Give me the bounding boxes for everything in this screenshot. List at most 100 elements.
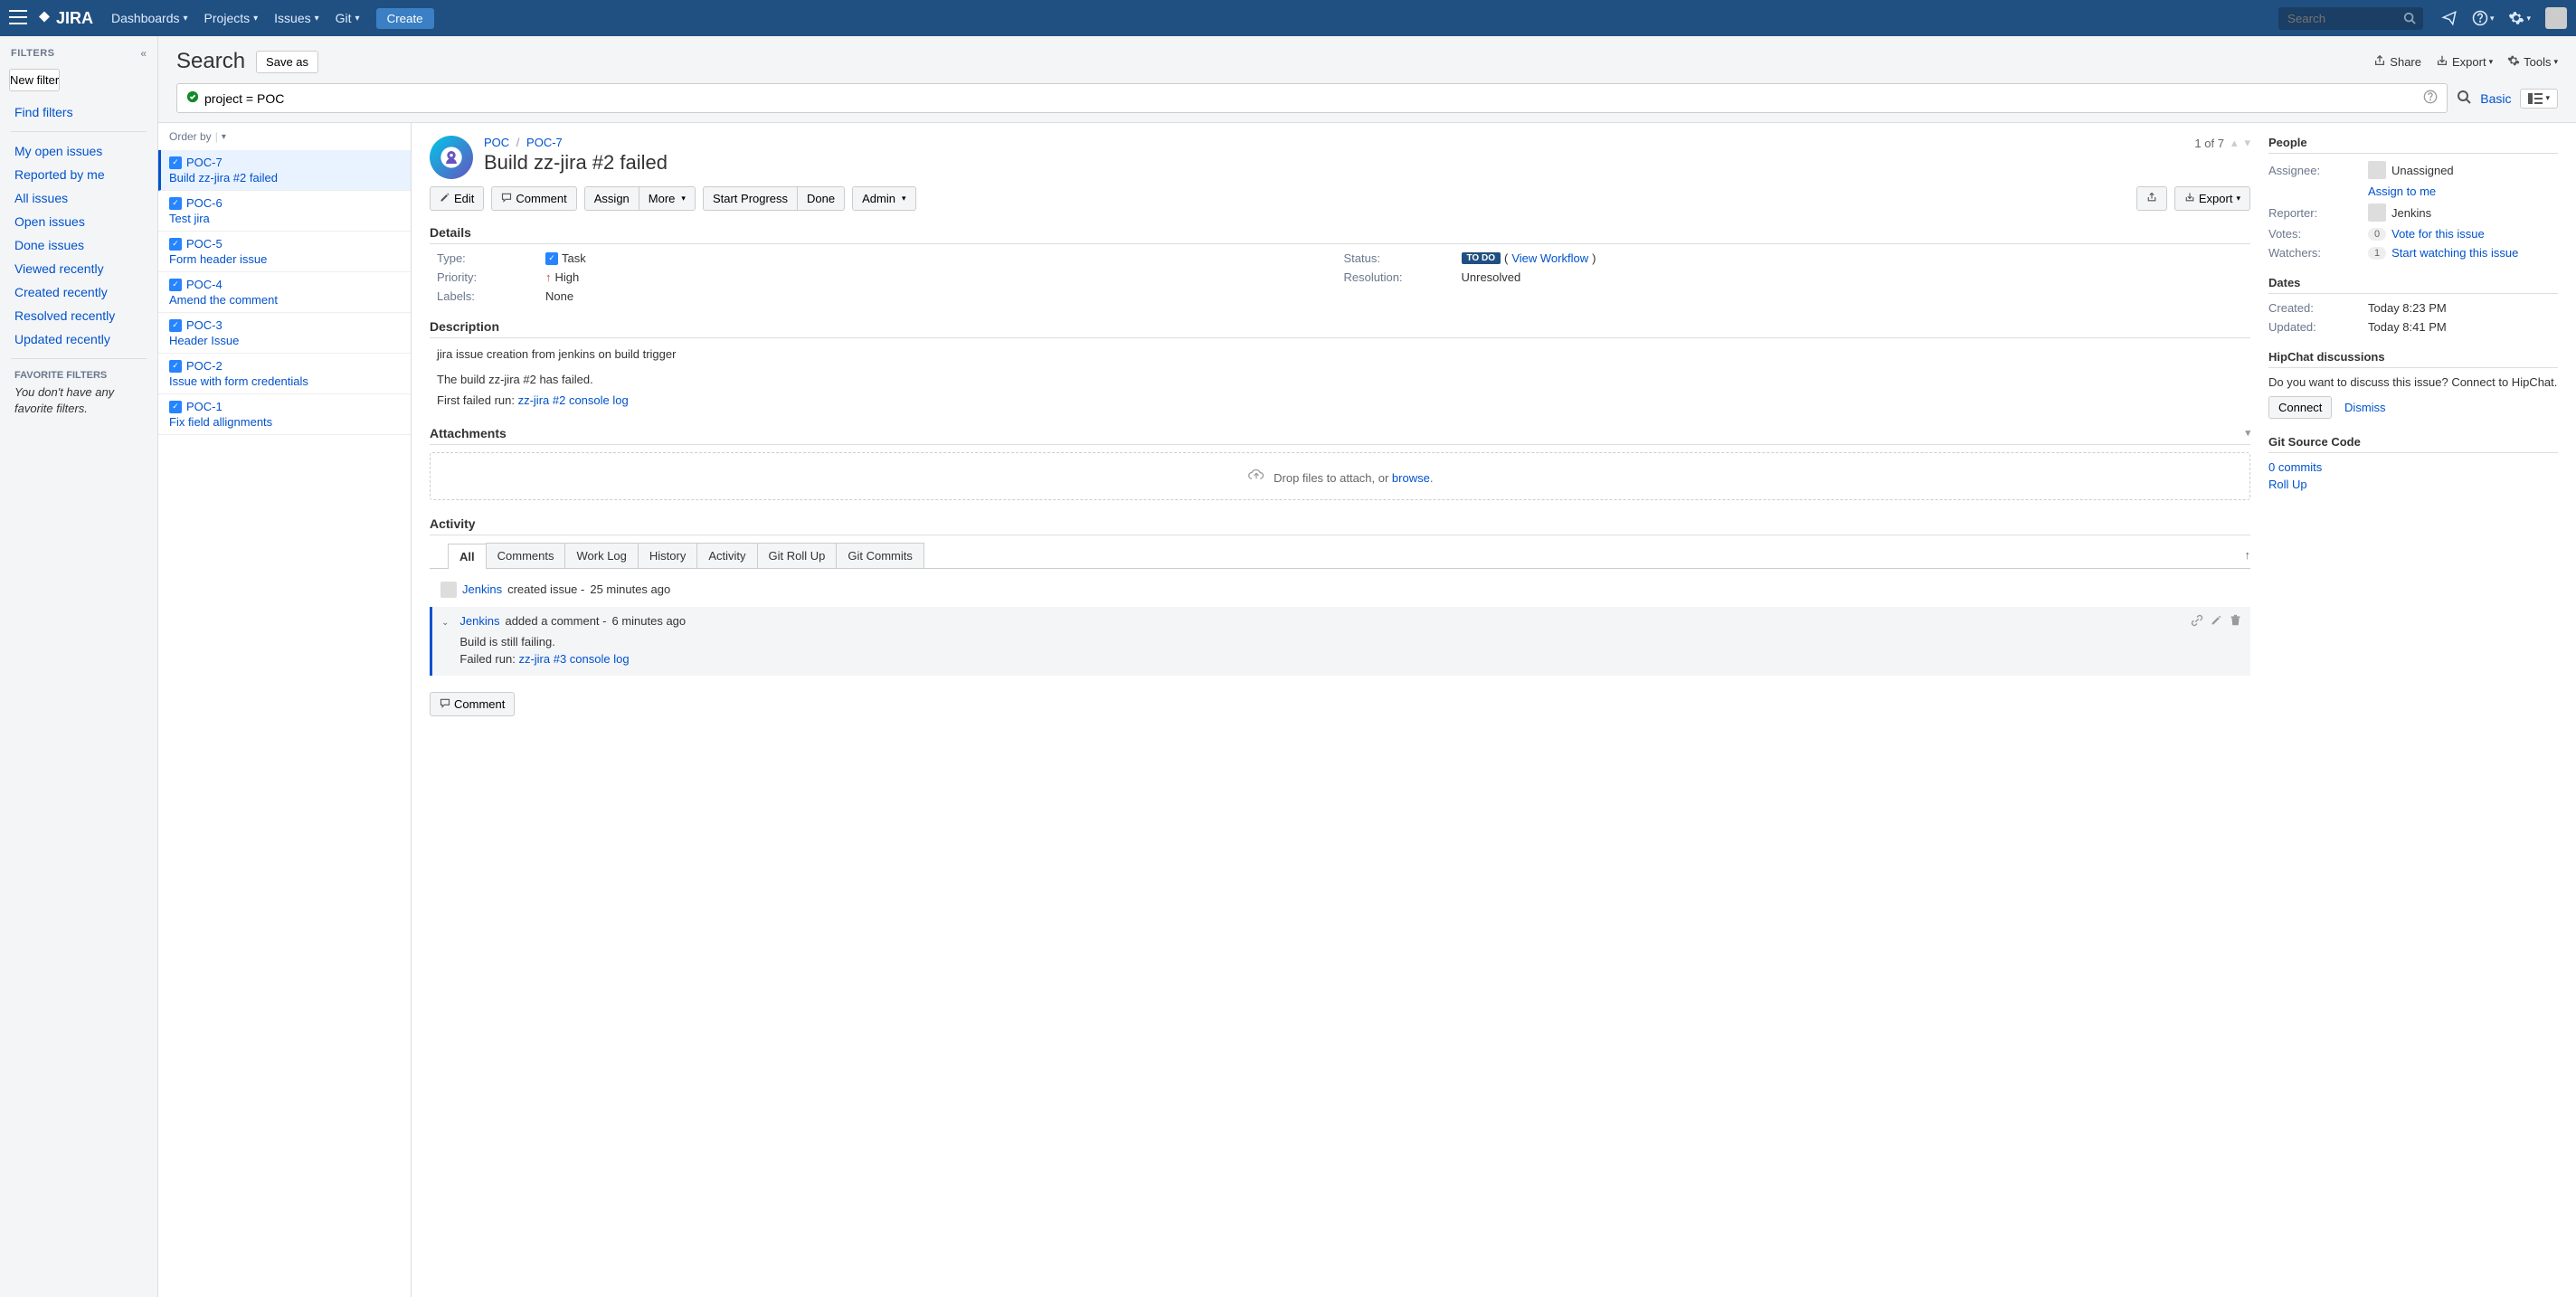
nav-dashboards[interactable]: Dashboards▾: [111, 11, 188, 25]
add-comment-button[interactable]: Comment: [430, 692, 515, 716]
jira-logo[interactable]: JIRA: [36, 9, 93, 28]
list-item[interactable]: ✓POC-6Test jira: [158, 191, 411, 232]
basic-mode-link[interactable]: Basic: [2480, 91, 2511, 106]
create-button[interactable]: Create: [376, 8, 434, 29]
filters-heading: FILTERS: [11, 48, 55, 59]
activity-header[interactable]: Activity: [430, 516, 2250, 535]
share-button[interactable]: Share: [2373, 54, 2421, 70]
list-item[interactable]: ✓POC-7Build zz-jira #2 failed: [158, 150, 411, 191]
filter-done[interactable]: Done issues: [0, 233, 157, 257]
hipchat-dismiss-link[interactable]: Dismiss: [2344, 401, 2386, 414]
tab-activity[interactable]: Activity: [696, 543, 757, 568]
filter-all[interactable]: All issues: [0, 186, 157, 210]
vote-link[interactable]: Vote for this issue: [2391, 227, 2485, 241]
more-button[interactable]: More▾: [639, 186, 696, 211]
sort-arrow-icon[interactable]: ↑: [2245, 548, 2251, 562]
filter-created[interactable]: Created recently: [0, 280, 157, 304]
list-item[interactable]: ✓POC-4Amend the comment: [158, 272, 411, 313]
admin-button[interactable]: Admin▾: [852, 186, 915, 211]
comment-button[interactable]: Comment: [491, 186, 576, 211]
hipchat-connect-button[interactable]: Connect: [2268, 396, 2332, 419]
filter-updated[interactable]: Updated recently: [0, 327, 157, 351]
git-header[interactable]: Git Source Code: [2268, 435, 2558, 453]
detail-export-button[interactable]: Export ▾: [2174, 186, 2250, 211]
paginate-down[interactable]: ▾: [2244, 136, 2250, 150]
list-item[interactable]: ✓POC-5Form header issue: [158, 232, 411, 272]
watch-link[interactable]: Start watching this issue: [2391, 246, 2518, 260]
settings-icon[interactable]: ▾: [2508, 10, 2531, 26]
menu-icon[interactable]: [9, 10, 27, 27]
filter-viewed[interactable]: Viewed recently: [0, 257, 157, 280]
user-avatar[interactable]: [2545, 7, 2567, 29]
filter-open[interactable]: Open issues: [0, 210, 157, 233]
tab-git-commits[interactable]: Git Commits: [836, 543, 924, 568]
console-log-link[interactable]: zz-jira #2 console log: [518, 393, 629, 407]
list-item[interactable]: ✓POC-3Header Issue: [158, 313, 411, 354]
nav-git[interactable]: Git▾: [336, 11, 360, 25]
list-item[interactable]: ✓POC-2Issue with form credentials: [158, 354, 411, 394]
comment-console-link[interactable]: zz-jira #3 console log: [518, 652, 629, 666]
git-rollup-link[interactable]: Roll Up: [2268, 478, 2558, 491]
search-icon[interactable]: [2403, 12, 2416, 27]
tab-history[interactable]: History: [638, 543, 697, 568]
tab-all[interactable]: All: [448, 544, 487, 569]
tab-git-rollup[interactable]: Git Roll Up: [757, 543, 838, 568]
nav-projects[interactable]: Projects▾: [204, 11, 259, 25]
tab-worklog[interactable]: Work Log: [564, 543, 638, 568]
view-toggle[interactable]: ▾: [2520, 89, 2558, 109]
tab-comments[interactable]: Comments: [486, 543, 566, 568]
git-commits-link[interactable]: 0 commits: [2268, 460, 2558, 474]
assignee-label: Assignee:: [2268, 164, 2368, 177]
edit-comment-icon[interactable]: [2211, 614, 2222, 668]
top-nav: JIRA Dashboards▾ Projects▾ Issues▾ Git▾ …: [0, 0, 2576, 36]
filter-reported[interactable]: Reported by me: [0, 163, 157, 186]
list-item[interactable]: ✓POC-1Fix field allignments: [158, 394, 411, 435]
people-header[interactable]: People: [2268, 136, 2558, 154]
issue-summary-text: Amend the comment: [169, 293, 400, 307]
collapse-icon[interactable]: «: [140, 47, 147, 60]
start-progress-button[interactable]: Start Progress: [703, 186, 798, 211]
issue-summary-text: Build zz-jira #2 failed: [169, 171, 400, 185]
open-issue-button[interactable]: [2136, 186, 2167, 211]
new-filter-button[interactable]: New filter: [9, 69, 60, 91]
filter-my-open[interactable]: My open issues: [0, 139, 157, 163]
edit-button[interactable]: Edit: [430, 186, 484, 211]
details-header[interactable]: Details: [430, 225, 2250, 244]
global-search-input[interactable]: [2278, 7, 2423, 30]
feedback-icon[interactable]: [2441, 10, 2458, 26]
export-button[interactable]: Export ▾: [2436, 54, 2493, 70]
order-by-dropdown[interactable]: Order by | ▾: [158, 123, 411, 150]
hipchat-header[interactable]: HipChat discussions: [2268, 350, 2558, 368]
assign-button[interactable]: Assign: [584, 186, 639, 211]
delete-comment-icon[interactable]: [2230, 614, 2241, 668]
permalink-icon[interactable]: [2191, 614, 2203, 668]
description-header[interactable]: Description: [430, 319, 2250, 338]
attachment-dropzone[interactable]: Drop files to attach, or browse.: [430, 452, 2250, 500]
entry-author[interactable]: Jenkins: [462, 582, 502, 596]
filter-resolved[interactable]: Resolved recently: [0, 304, 157, 327]
jql-search-icon[interactable]: [2457, 90, 2471, 107]
chevron-down-icon[interactable]: ▾: [2245, 427, 2250, 439]
priority-label: Priority:: [437, 270, 536, 284]
done-button[interactable]: Done: [797, 186, 845, 211]
view-workflow-link[interactable]: View Workflow: [1511, 251, 1588, 265]
jql-input[interactable]: [204, 91, 2423, 106]
status-label: Status:: [1344, 251, 1453, 265]
find-filters-link[interactable]: Find filters: [0, 100, 157, 124]
description-module: Description jira issue creation from jen…: [430, 319, 2250, 410]
paginate-up[interactable]: ▴: [2231, 136, 2238, 150]
assign-to-me-link[interactable]: Assign to me: [2368, 185, 2436, 198]
help-icon[interactable]: ▾: [2472, 10, 2495, 26]
tools-button[interactable]: Tools ▾: [2507, 54, 2558, 70]
breadcrumb-key[interactable]: POC-7: [526, 136, 563, 149]
jql-help-icon[interactable]: [2423, 90, 2438, 107]
attachments-header[interactable]: Attachments▾: [430, 426, 2250, 445]
nav-issues[interactable]: Issues▾: [274, 11, 319, 25]
task-type-icon: ✓: [169, 360, 182, 373]
comment-collapse-icon[interactable]: ⌄: [441, 618, 449, 668]
breadcrumb-project[interactable]: POC: [484, 136, 509, 149]
dates-header[interactable]: Dates: [2268, 276, 2558, 294]
comment-author[interactable]: Jenkins: [459, 614, 499, 628]
browse-link[interactable]: browse: [1392, 471, 1430, 485]
save-as-button[interactable]: Save as: [256, 51, 318, 73]
